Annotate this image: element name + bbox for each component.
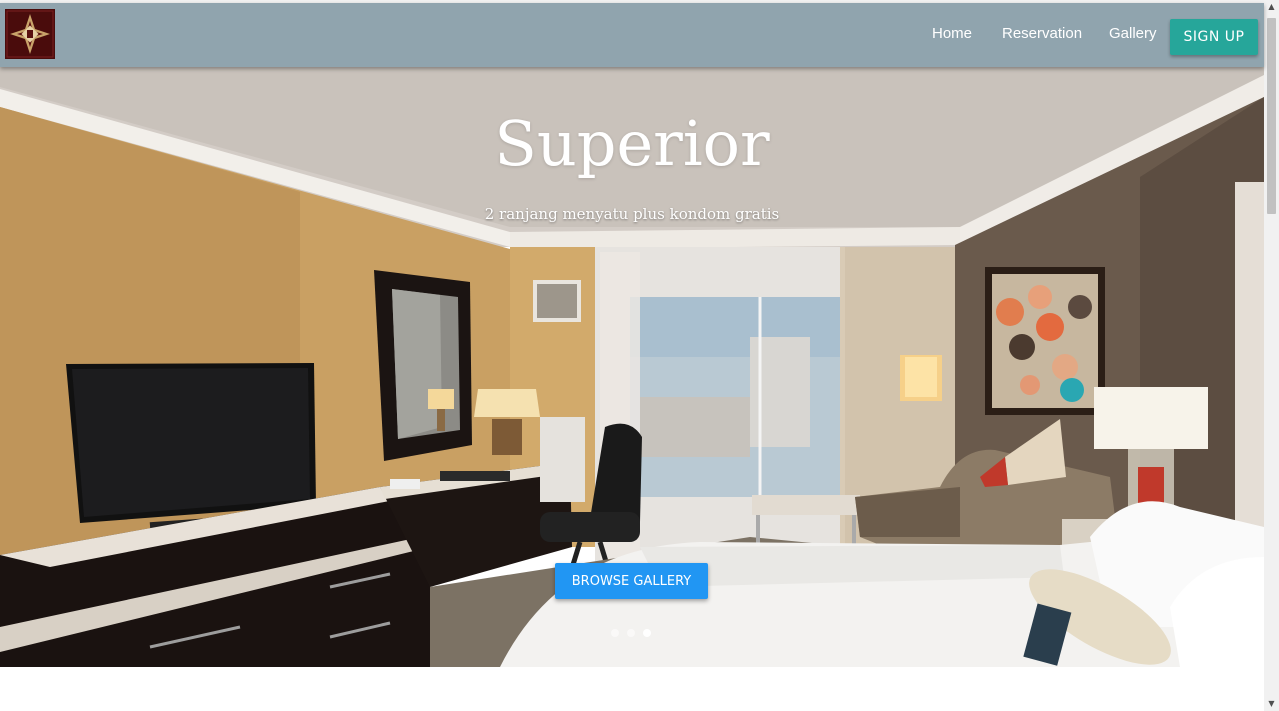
nav-home-link[interactable]: Home <box>932 25 972 42</box>
scroll-down-arrow-icon[interactable]: ▼ <box>1264 697 1279 711</box>
carousel-dot[interactable] <box>611 629 619 637</box>
navbar: Home Reservation Gallery SIGN UP <box>0 3 1264 67</box>
page: Home Reservation Gallery SIGN UP Superio… <box>0 0 1279 711</box>
emblem-icon <box>5 9 55 59</box>
browse-gallery-button[interactable]: BROWSE GALLERY <box>555 563 708 599</box>
logo[interactable] <box>5 9 55 59</box>
carousel-dot[interactable] <box>627 629 635 637</box>
nav-gallery-link[interactable]: Gallery <box>1109 25 1157 42</box>
hero-subtitle: 2 ranjang menyatu plus kondom gratis <box>484 205 780 223</box>
scroll-thumb[interactable] <box>1267 18 1276 214</box>
vertical-scrollbar[interactable]: ▲ ▼ <box>1264 0 1279 711</box>
sign-up-button[interactable]: SIGN UP <box>1170 19 1258 55</box>
carousel-indicators <box>611 629 651 639</box>
scroll-up-arrow-icon[interactable]: ▲ <box>1264 0 1279 14</box>
carousel-dot-active[interactable] <box>643 629 651 637</box>
hero-carousel[interactable]: Superior 2 ranjang menyatu plus kondom g… <box>0 67 1264 667</box>
hero-title: Superior <box>494 107 770 180</box>
nav-reservation-link[interactable]: Reservation <box>1002 25 1082 42</box>
